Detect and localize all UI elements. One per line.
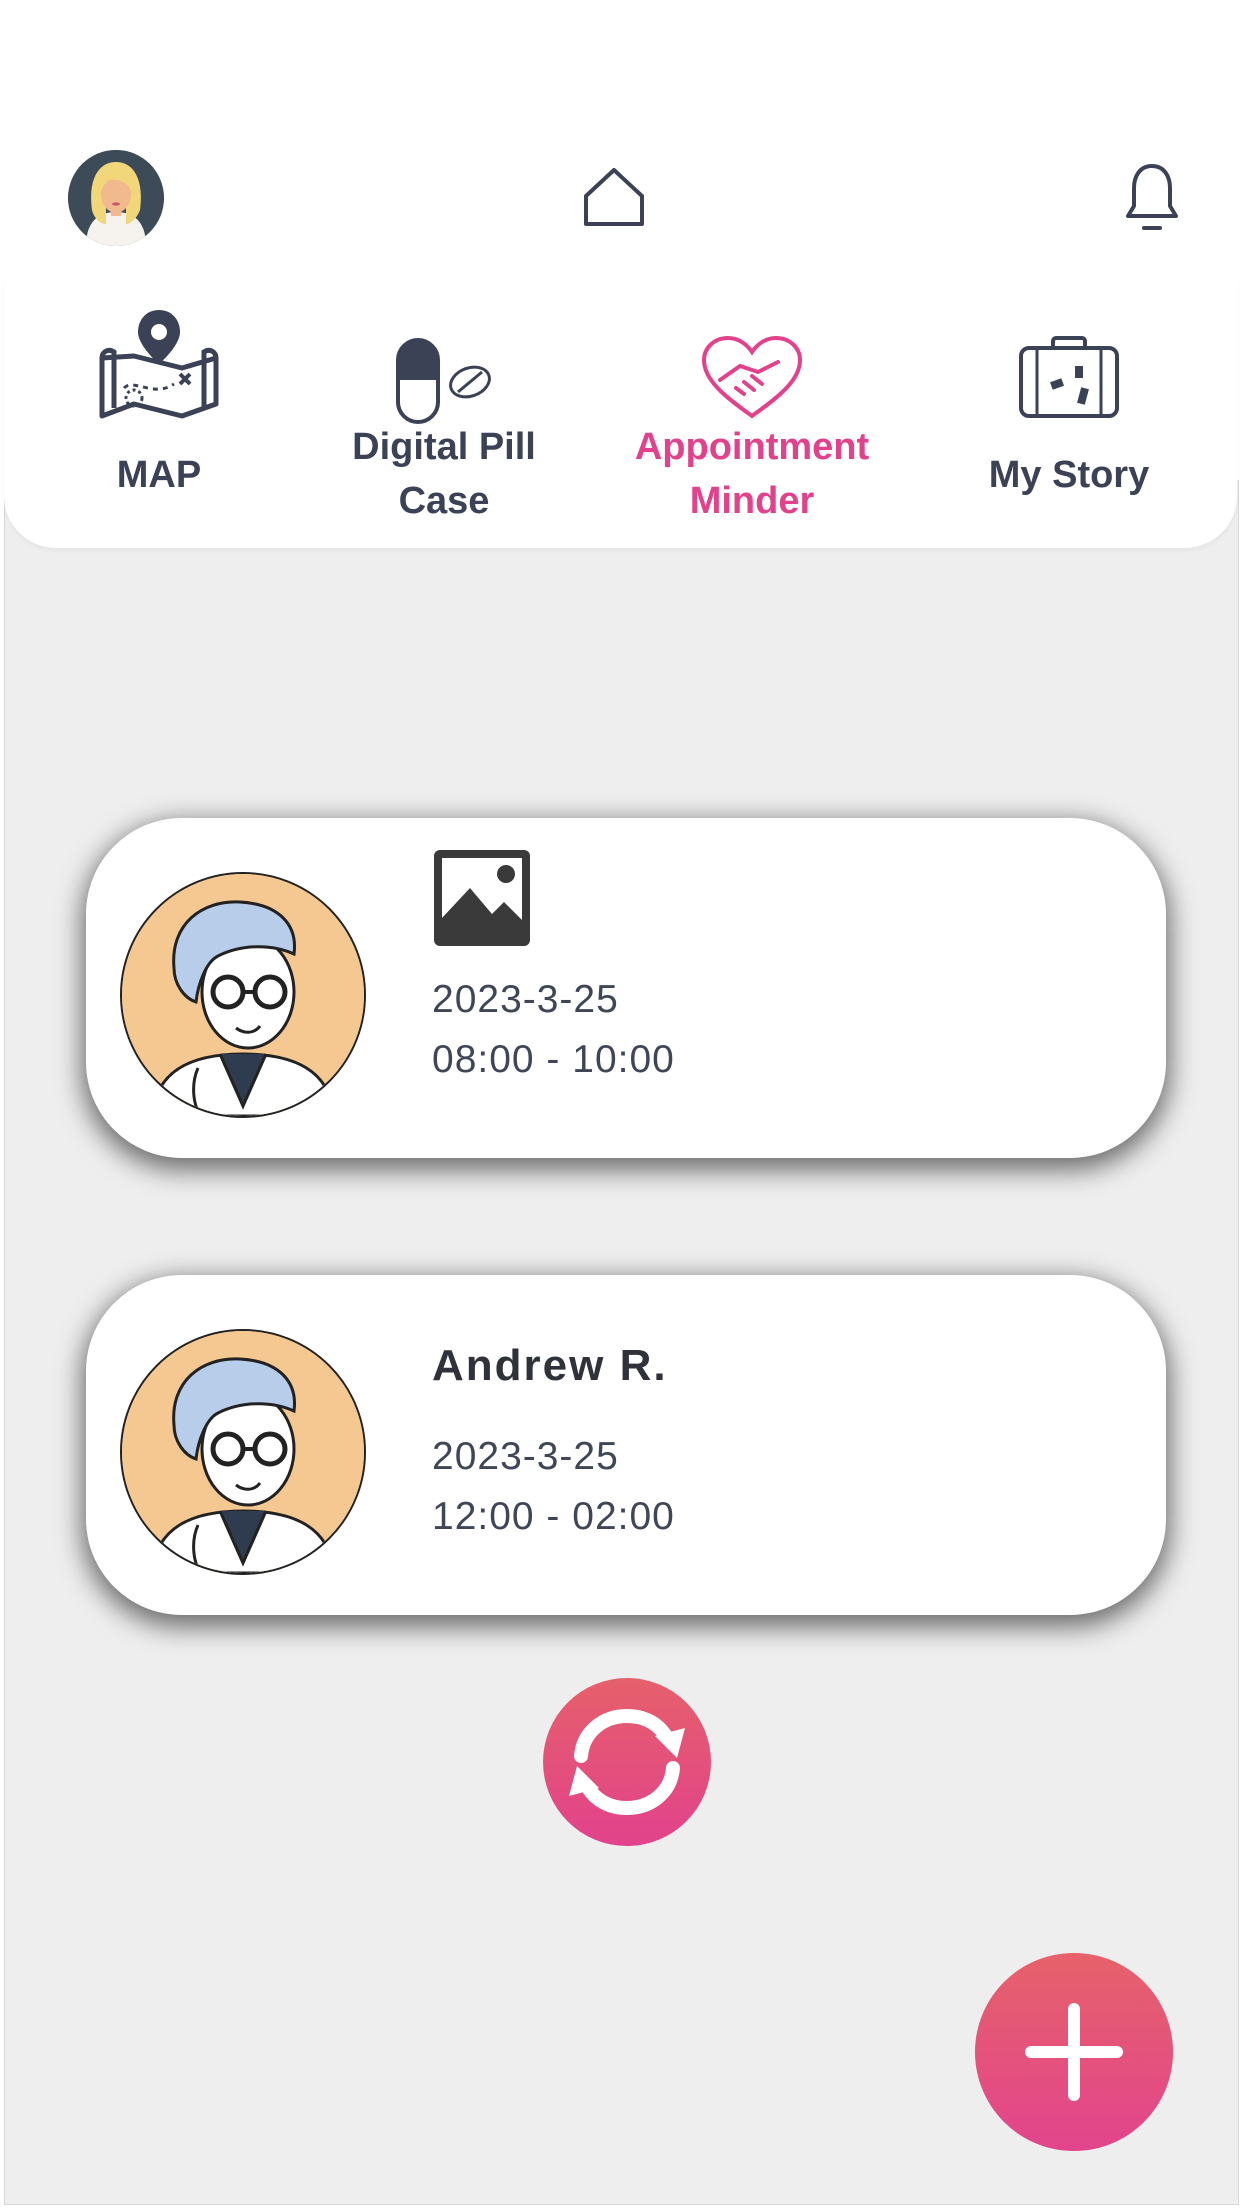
map-pin-icon	[99, 310, 219, 419]
add-appointment-button[interactable]	[975, 1953, 1173, 2151]
bell-icon	[1126, 164, 1178, 230]
home-icon	[584, 168, 644, 226]
top-bar	[0, 0, 1242, 280]
tab-map-label: MAP	[116, 454, 202, 496]
tab-digital-pill-case-label: Digital Pill Case	[352, 426, 536, 522]
appointment-card[interactable]: 2023-3-25 08:00 - 10:00	[86, 818, 1166, 1158]
doctor-avatar	[120, 1329, 366, 1575]
doctor-avatar	[120, 872, 366, 1118]
doctor-illustration	[122, 874, 364, 1116]
tab-appointment-minder-label: Appointment Minder	[634, 426, 870, 522]
appointment-time: 12:00 - 02:00	[432, 1495, 675, 1538]
appointment-time: 08:00 - 10:00	[432, 1038, 675, 1081]
suitcase-icon	[1019, 336, 1119, 418]
tab-map[interactable]: MAP	[19, 280, 299, 548]
heart-handshake-icon	[701, 336, 803, 419]
app-screen: MAP Digital Pill Case Appointment Minder	[0, 0, 1242, 2208]
pill-icon	[396, 338, 491, 424]
avatar-illustration	[68, 150, 164, 246]
tab-appointment-minder[interactable]: Appointment Minder	[612, 280, 892, 548]
tab-my-story[interactable]: My Story	[929, 280, 1209, 548]
doctor-name: Andrew R.	[432, 1341, 668, 1390]
tab-my-story-label: My Story	[988, 454, 1150, 496]
feature-tabs: MAP Digital Pill Case Appointment Minder	[4, 280, 1237, 548]
doctor-illustration	[122, 1331, 364, 1573]
notifications-button[interactable]	[1124, 160, 1180, 236]
home-button[interactable]	[578, 160, 650, 232]
appointment-date: 2023-3-25	[432, 1435, 619, 1478]
user-avatar[interactable]	[68, 150, 164, 246]
refresh-button[interactable]	[543, 1678, 711, 1846]
image-placeholder-icon	[434, 850, 530, 946]
refresh-icon	[569, 1708, 685, 1816]
appointment-date: 2023-3-25	[432, 978, 619, 1021]
appointment-card[interactable]: Andrew R. 2023-3-25 12:00 - 02:00	[86, 1275, 1166, 1615]
plus-icon	[1025, 2003, 1123, 2101]
tab-digital-pill-case[interactable]: Digital Pill Case	[304, 280, 584, 548]
